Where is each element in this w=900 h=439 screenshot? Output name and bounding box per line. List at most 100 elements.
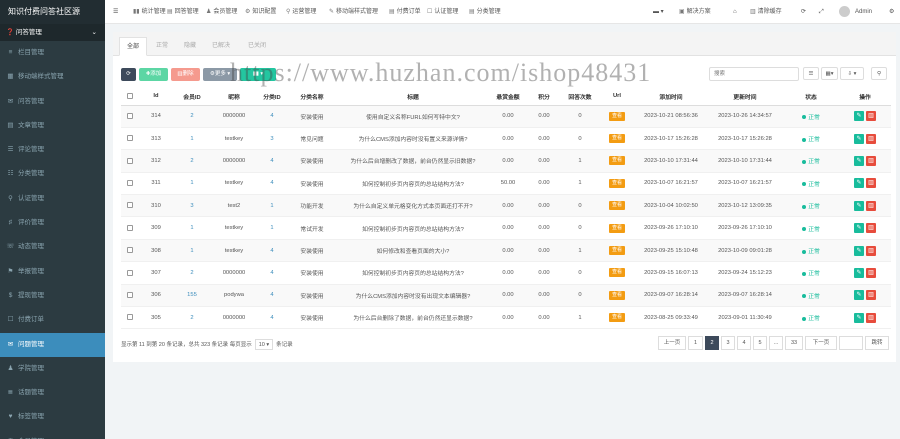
table-cell[interactable]: 4 (257, 239, 287, 263)
table-row[interactable]: 310 3 test2 1 功能开发 为什么自定义单元格变化方式本页面还打不开? 0.00 0… (121, 194, 891, 218)
page-button[interactable]: 1 (688, 336, 703, 350)
sidebar-item[interactable]: ☏ 动态管理 (0, 235, 105, 259)
table-cell[interactable]: 4 (257, 172, 287, 196)
url-view-badge[interactable]: 查看 (608, 246, 625, 256)
columns-icon[interactable]: ▦▾ (821, 67, 838, 80)
refresh-icon[interactable]: ⟳ (801, 0, 806, 24)
delete-icon[interactable]: ▥ (866, 111, 876, 122)
delete-icon[interactable]: ▥ (866, 223, 876, 234)
list-view-icon[interactable]: ☰ (803, 67, 819, 80)
top-nav-item[interactable]: ☐ 认证管理 (427, 0, 458, 24)
sidebar-item[interactable]: ▤ 文章管理 (0, 114, 105, 138)
status-tab[interactable]: 已关闭 (241, 37, 273, 56)
top-nav-item[interactable]: ♟ 会员管理 (206, 0, 237, 24)
sidebar-item[interactable]: ☐ 付费订单 (0, 308, 105, 332)
row-checkbox[interactable] (127, 269, 133, 276)
status-tab[interactable]: 全部 (119, 37, 148, 56)
sidebar-item[interactable]: ⚑ 举报管理 (0, 260, 105, 284)
sidebar-item[interactable]: ⚲ 认证管理 (0, 187, 105, 211)
edit-icon[interactable]: ✎ (854, 111, 864, 122)
table-cell[interactable]: 3 (257, 127, 287, 151)
table-cell[interactable]: 4 (257, 105, 287, 128)
sidebar-item[interactable]: ▦ 移动端样式管理 (0, 65, 105, 89)
top-nav-item[interactable]: ▮▮ 统计管理 (133, 0, 166, 24)
status-tab[interactable]: 正常 (149, 37, 175, 56)
edit-icon[interactable]: ✎ (854, 267, 864, 278)
edit-icon[interactable]: ✎ (854, 312, 864, 323)
page-button[interactable]: 2 (705, 336, 719, 350)
table-cell[interactable]: 4 (257, 149, 287, 173)
row-checkbox[interactable] (127, 247, 133, 254)
table-cell[interactable]: 1 (257, 216, 287, 240)
url-view-badge[interactable]: 查看 (608, 290, 625, 300)
url-view-badge[interactable]: 查看 (608, 178, 625, 188)
page-size-select[interactable]: 10 ▾ (254, 339, 274, 350)
sidebar-item[interactable]: ≡ 栏目管理 (0, 41, 105, 65)
row-checkbox[interactable] (127, 224, 133, 231)
delete-icon[interactable]: ▥ (866, 312, 876, 323)
row-checkbox[interactable] (127, 180, 133, 187)
user-menu[interactable]: Admin (839, 0, 872, 24)
url-view-badge[interactable]: 查看 (608, 268, 625, 278)
search-input[interactable] (709, 67, 799, 81)
sidebar-item[interactable]: ☷ 分类管理 (0, 162, 105, 186)
table-cell[interactable]: 1 (173, 239, 211, 263)
top-nav-item[interactable]: ⚲ 运营管理 (286, 0, 316, 24)
url-view-badge[interactable]: 查看 (608, 134, 625, 144)
table-cell[interactable]: 3 (173, 194, 211, 218)
refresh-button[interactable]: ⟳ (121, 68, 136, 81)
page-button[interactable]: 33 (785, 336, 803, 350)
table-cell[interactable]: 1 (257, 194, 287, 218)
top-nav-item[interactable]: ▤ 付费订单 (389, 0, 421, 24)
select-all-checkbox[interactable] (127, 92, 133, 99)
table-row[interactable]: 309 1 testkey 1 常试开发 如何控制初步页内容页的总站结构方法? 0.00 0.… (121, 216, 891, 240)
sidebar-item[interactable]: ✉ 问答管理 (0, 90, 105, 114)
delete-icon[interactable]: ▥ (866, 267, 876, 278)
edit-icon[interactable]: ✎ (854, 223, 864, 234)
delete-icon[interactable]: ▥ (866, 178, 876, 189)
table-cell[interactable]: 4 (257, 284, 287, 308)
edit-icon[interactable]: ✎ (854, 178, 864, 189)
page-button[interactable]: 4 (737, 336, 751, 350)
url-view-badge[interactable]: 查看 (608, 156, 625, 166)
edit-icon[interactable]: ✎ (854, 200, 864, 211)
add-button[interactable]: ✚添加 (139, 68, 168, 81)
sidebar-item[interactable]: ♟ 学院管理 (0, 357, 105, 381)
url-view-badge[interactable]: 查看 (608, 313, 625, 323)
theme-switch-button[interactable]: ▬ ▾ (653, 0, 664, 24)
table-row[interactable]: 311 1 testkey 4 安装使用 如何控制初步页内容页的总站结构方法? 50.00 0… (121, 172, 891, 196)
column-header[interactable] (121, 88, 139, 106)
delete-button[interactable]: ▥删除 (171, 68, 200, 81)
top-nav-item[interactable]: ⚙ 知识配置 (245, 0, 276, 24)
top-nav-item[interactable]: ▤ 回答管理 (167, 0, 199, 24)
page-button[interactable]: 上一页 (658, 336, 686, 350)
jump-page-input[interactable] (839, 336, 863, 350)
delete-icon[interactable]: ▥ (866, 245, 876, 256)
row-checkbox[interactable] (127, 157, 133, 164)
sidebar-group-header[interactable]: ❓ 问答管理 ⌄ (0, 24, 105, 41)
edit-icon[interactable]: ✎ (854, 290, 864, 301)
page-button[interactable]: 5 (753, 336, 767, 350)
export-icon[interactable]: ⇩ ▾ (840, 67, 864, 80)
table-cell[interactable]: 4 (257, 261, 287, 285)
menu-toggle-icon[interactable]: ☰ (113, 0, 118, 24)
table-cell[interactable]: 2 (173, 105, 211, 128)
row-checkbox[interactable] (127, 292, 133, 299)
solution-link[interactable]: ▣ 解决方案 (679, 0, 711, 24)
sidebar-item[interactable]: ♜会员管理 (0, 430, 105, 439)
delete-icon[interactable]: ▥ (866, 200, 876, 211)
jump-button[interactable]: 跳转 (865, 336, 889, 350)
table-row[interactable]: 314 2 0000000 4 安装使用 使用自定义名称FURL如何写特中文? 0.00 0.… (121, 105, 891, 128)
extra-action-button[interactable]: ▮▮ ▾ (240, 68, 276, 81)
delete-icon[interactable]: ▥ (866, 133, 876, 144)
sidebar-item[interactable]: ☰ 评论管理 (0, 138, 105, 162)
edit-icon[interactable]: ✎ (854, 245, 864, 256)
more-button[interactable]: ⚙更多 ▾ (203, 68, 237, 81)
url-view-badge[interactable]: 查看 (608, 111, 625, 121)
table-row[interactable]: 307 2 0000000 4 安装使用 如何控制初步页内容页的总站结构方法? 0.00 0.… (121, 261, 891, 285)
top-nav-item[interactable]: ✎ 移动端样式管理 (329, 0, 378, 24)
edit-icon[interactable]: ✎ (854, 155, 864, 166)
clear-cache-link[interactable]: ▥ 清除缓存 (750, 0, 782, 24)
sidebar-item[interactable]: ✉ 问题管理 (0, 332, 105, 357)
status-tab[interactable]: 隐藏 (177, 37, 203, 56)
